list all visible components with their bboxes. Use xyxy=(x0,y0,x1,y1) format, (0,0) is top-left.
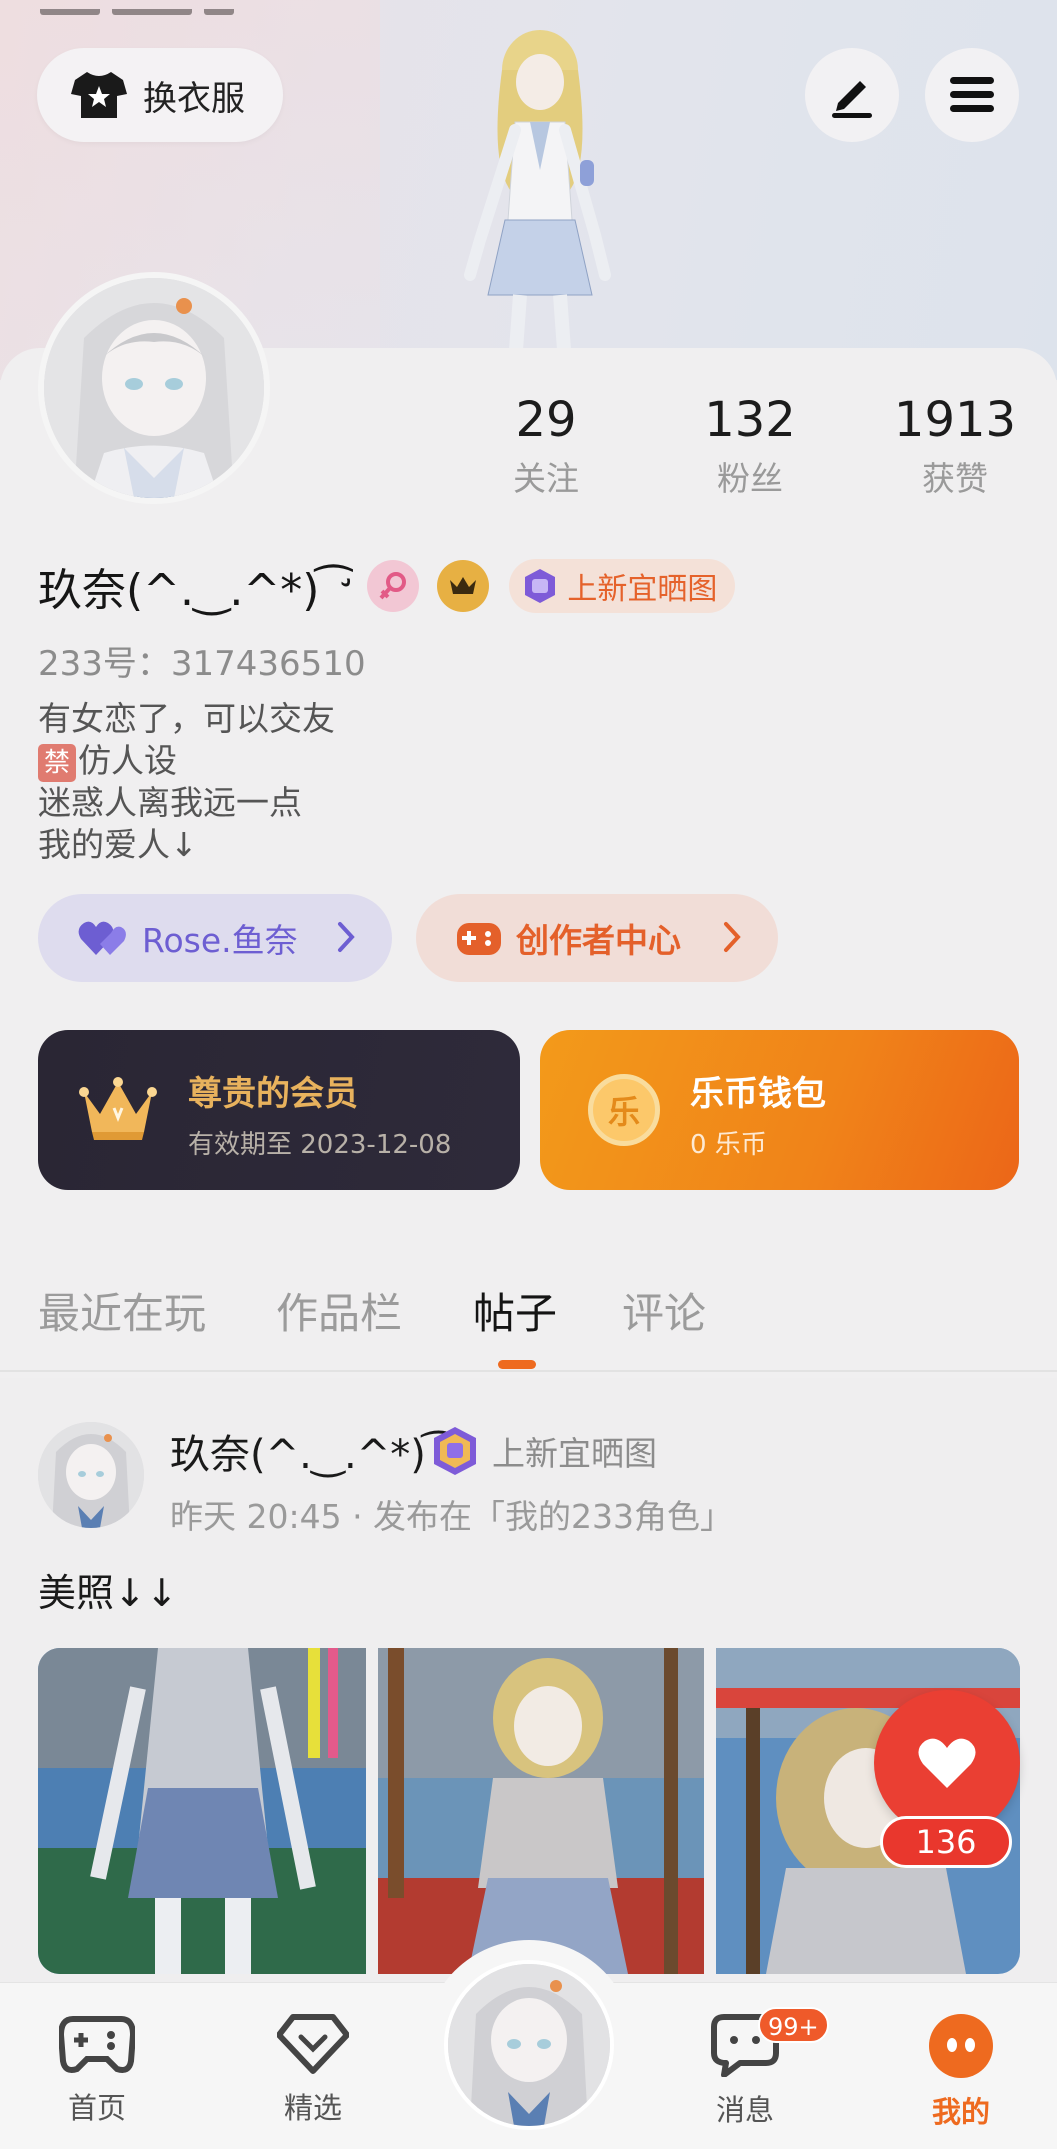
photo-image xyxy=(38,1648,366,1974)
change-outfit-label: 换衣服 xyxy=(143,78,245,119)
like-button[interactable] xyxy=(874,1690,1020,1836)
stat-followers[interactable]: 132 粉丝 xyxy=(670,392,830,500)
vip-expiry: 有效期至 2023-12-08 xyxy=(188,1130,452,1160)
bio-line-2-text: 仿人设 xyxy=(78,741,177,780)
bio-line-3: 迷惑人离我远一点 xyxy=(38,783,302,822)
followers-label: 粉丝 xyxy=(717,459,783,498)
stat-likes[interactable]: 1913 获赞 xyxy=(875,392,1035,500)
avatar-portrait xyxy=(38,1422,144,1528)
following-label: 关注 xyxy=(513,459,579,498)
user-id[interactable]: 233号：317436510 xyxy=(38,636,366,685)
status-bar xyxy=(40,0,340,15)
post-photo-2[interactable] xyxy=(378,1648,704,1974)
gamepad-plus-icon xyxy=(457,923,501,955)
wallet-card[interactable]: 乐 乐币钱包 0 乐币 xyxy=(540,1030,1019,1190)
post-author-avatar[interactable] xyxy=(38,1422,144,1528)
wallet-balance: 0 乐币 xyxy=(690,1130,767,1160)
profile-face-icon xyxy=(929,2014,993,2078)
nav-home-label: 首页 xyxy=(67,2091,126,2125)
nav-featured-label: 精选 xyxy=(283,2091,342,2125)
creator-center-button[interactable]: 创作者中心 xyxy=(416,894,778,982)
title-badge[interactable]: 上新宜晒图 xyxy=(509,559,736,613)
messages-badge: 99+ xyxy=(758,2007,829,2043)
vip-crown-icon[interactable] xyxy=(437,560,490,612)
nav-home[interactable]: 首页 xyxy=(27,2013,167,2127)
likes-label: 获赞 xyxy=(922,459,988,498)
vip-title: 尊贵的会员 xyxy=(188,1074,358,1114)
avatar-character-figure[interactable] xyxy=(420,30,660,350)
coin-glyph: 乐 xyxy=(607,1093,640,1131)
nav-center-avatar[interactable] xyxy=(444,1960,614,2130)
post-meta: 昨天 20:45 · 发布在「我的233角色」 xyxy=(170,1497,734,1536)
tab-recently-played[interactable]: 最近在玩 xyxy=(38,1280,206,1341)
bio: 有女恋了，可以交友 禁仿人设 迷惑人离我远一点 我的爱人↓ xyxy=(38,698,335,866)
heart-diamond-icon xyxy=(276,2014,350,2074)
medal-icon xyxy=(525,569,556,603)
post-author-name[interactable]: 玖奈(^.‿.^*) ͡ ̛ xyxy=(170,1422,451,1480)
post-author-badge-label: 上新宜晒图 xyxy=(492,1434,657,1473)
pencil-icon xyxy=(832,81,872,118)
heart-icon xyxy=(918,1738,976,1788)
creator-center-label: 创作者中心 xyxy=(516,921,681,960)
bio-line-1: 有女恋了，可以交友 xyxy=(38,699,335,738)
post-text: 美照↓↓ xyxy=(38,1571,178,1615)
gold-crown-icon xyxy=(79,1077,157,1140)
photo-image xyxy=(378,1648,704,1974)
bio-line-4: 我的爱人↓ xyxy=(38,825,198,864)
nav-me-label: 我的 xyxy=(931,2095,990,2129)
ban-tag: 禁 xyxy=(38,743,76,782)
menu-button[interactable] xyxy=(925,48,1019,142)
following-count: 29 xyxy=(515,392,577,448)
like-count: 136 xyxy=(880,1816,1012,1868)
tab-posts[interactable]: 帖子 xyxy=(473,1280,557,1341)
double-heart-icon xyxy=(78,921,126,955)
rose-link-label: Rose.鱼奈 xyxy=(142,921,298,960)
profile-tabs: 最近在玩 作品栏 帖子 评论 xyxy=(0,1268,1057,1372)
name-row: 玖奈(^.‿.^*) ͡ ̛ 上新宜晒图 xyxy=(38,556,736,616)
stat-following[interactable]: 29 关注 xyxy=(466,392,626,500)
nav-messages-label: 消息 xyxy=(715,2093,774,2127)
profile-name: 玖奈(^.‿.^*) ͡ ̛ xyxy=(38,565,348,616)
chevron-right-icon xyxy=(338,922,355,952)
nav-featured[interactable]: 精选 xyxy=(243,2013,383,2127)
avatar-portrait xyxy=(448,1964,610,2126)
tab-comments[interactable]: 评论 xyxy=(622,1280,706,1341)
likes-count: 1913 xyxy=(893,392,1017,448)
post-author-badge: 上新宜晒图 xyxy=(428,1424,657,1478)
female-icon xyxy=(367,560,420,612)
rose-link-button[interactable]: Rose.鱼奈 xyxy=(38,894,392,982)
chevron-right-icon xyxy=(724,922,741,952)
edit-profile-button[interactable] xyxy=(805,48,899,142)
medal-icon xyxy=(434,1427,476,1475)
tab-works[interactable]: 作品栏 xyxy=(276,1280,402,1341)
shirt-star-icon xyxy=(71,72,127,118)
menu-icon xyxy=(950,77,994,112)
nav-me[interactable]: 我的 xyxy=(891,2013,1031,2131)
title-badge-label: 上新宜晒图 xyxy=(567,572,718,607)
post-photo-1[interactable] xyxy=(38,1648,366,1974)
change-outfit-button[interactable]: 换衣服 xyxy=(37,48,283,142)
vip-membership-card[interactable]: 尊贵的会员 有效期至 2023-12-08 xyxy=(38,1030,520,1190)
gamepad-icon xyxy=(57,2016,137,2073)
followers-count: 132 xyxy=(704,392,796,448)
active-tab-indicator xyxy=(498,1360,536,1369)
wallet-title: 乐币钱包 xyxy=(690,1074,826,1114)
profile-stats: 29 关注 132 粉丝 1913 获赞 xyxy=(0,392,1057,502)
coin-icon: 乐 xyxy=(588,1074,660,1146)
bio-line-2: 禁仿人设 xyxy=(38,740,335,782)
